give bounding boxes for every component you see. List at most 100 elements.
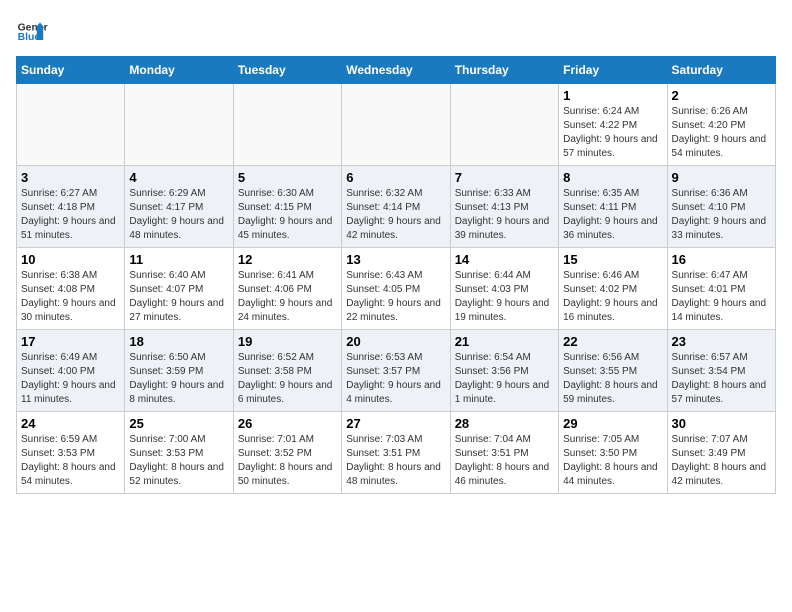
day-number: 6 (346, 170, 445, 185)
day-info: Sunrise: 6:32 AM Sunset: 4:14 PM Dayligh… (346, 187, 445, 243)
calendar-day-cell: 12 Sunrise: 6:41 AM Sunset: 4:06 PM Dayli… (233, 248, 341, 330)
day-number: 22 (563, 334, 662, 349)
calendar-day-cell: 16 Sunrise: 6:47 AM Sunset: 4:01 PM Dayli… (667, 248, 775, 330)
day-of-week-header: Monday (125, 57, 233, 84)
day-info: Sunrise: 6:59 AM Sunset: 3:53 PM Dayligh… (21, 433, 120, 489)
day-number: 15 (563, 252, 662, 267)
day-number: 13 (346, 252, 445, 267)
day-info: Sunrise: 6:41 AM Sunset: 4:06 PM Dayligh… (238, 269, 337, 325)
calendar-day-cell: 9 Sunrise: 6:36 AM Sunset: 4:10 PM Daylig… (667, 166, 775, 248)
day-number: 24 (21, 416, 120, 431)
day-number: 2 (672, 88, 771, 103)
calendar-day-cell: 2Sunrise: 6:26 AM Sunset: 4:20 PM Daylig… (667, 84, 775, 166)
day-info: Sunrise: 6:57 AM Sunset: 3:54 PM Dayligh… (672, 351, 771, 407)
calendar-header: SundayMondayTuesdayWednesdayThursdayFrid… (17, 57, 776, 84)
day-info: Sunrise: 7:01 AM Sunset: 3:52 PM Dayligh… (238, 433, 337, 489)
day-number: 12 (238, 252, 337, 267)
day-number: 11 (129, 252, 228, 267)
day-of-week-header: Friday (559, 57, 667, 84)
day-number: 18 (129, 334, 228, 349)
day-number: 17 (21, 334, 120, 349)
day-number: 10 (21, 252, 120, 267)
day-number: 20 (346, 334, 445, 349)
day-info: Sunrise: 6:49 AM Sunset: 4:00 PM Dayligh… (21, 351, 120, 407)
calendar-day-cell: 15 Sunrise: 6:46 AM Sunset: 4:02 PM Dayli… (559, 248, 667, 330)
logo: General Blue (16, 16, 48, 48)
day-info: Sunrise: 6:35 AM Sunset: 4:11 PM Dayligh… (563, 187, 662, 243)
calendar-day-cell: 13 Sunrise: 6:43 AM Sunset: 4:05 PM Dayli… (342, 248, 450, 330)
day-of-week-header: Sunday (17, 57, 125, 84)
day-info: Sunrise: 6:38 AM Sunset: 4:08 PM Dayligh… (21, 269, 120, 325)
calendar-week-row: 3 Sunrise: 6:27 AM Sunset: 4:18 PM Daylig… (17, 166, 776, 248)
day-number: 7 (455, 170, 554, 185)
calendar-day-cell: 11 Sunrise: 6:40 AM Sunset: 4:07 PM Dayli… (125, 248, 233, 330)
calendar-day-cell: 30 Sunrise: 7:07 AM Sunset: 3:49 PM Dayli… (667, 412, 775, 494)
calendar-week-row: 17 Sunrise: 6:49 AM Sunset: 4:00 PM Dayli… (17, 330, 776, 412)
calendar-day-cell: 26 Sunrise: 7:01 AM Sunset: 3:52 PM Dayli… (233, 412, 341, 494)
day-info: Sunrise: 6:46 AM Sunset: 4:02 PM Dayligh… (563, 269, 662, 325)
day-number: 26 (238, 416, 337, 431)
day-number: 19 (238, 334, 337, 349)
calendar-day-cell (450, 84, 558, 166)
day-number: 21 (455, 334, 554, 349)
calendar-day-cell: 3 Sunrise: 6:27 AM Sunset: 4:18 PM Daylig… (17, 166, 125, 248)
day-number: 23 (672, 334, 771, 349)
calendar-week-row: 1 Sunrise: 6:24 AM Sunset: 4:22 PM Daylig… (17, 84, 776, 166)
day-info: Sunrise: 6:53 AM Sunset: 3:57 PM Dayligh… (346, 351, 445, 407)
day-number: 5 (238, 170, 337, 185)
calendar-day-cell (342, 84, 450, 166)
day-info: Sunrise: 6:40 AM Sunset: 4:07 PM Dayligh… (129, 269, 228, 325)
day-info: Sunrise: 7:05 AM Sunset: 3:50 PM Dayligh… (563, 433, 662, 489)
day-number: 29 (563, 416, 662, 431)
day-info: Sunrise: 6:27 AM Sunset: 4:18 PM Dayligh… (21, 187, 120, 243)
calendar-day-cell: 18 Sunrise: 6:50 AM Sunset: 3:59 PM Dayli… (125, 330, 233, 412)
day-info: Sunrise: 6:24 AM Sunset: 4:22 PM Dayligh… (563, 105, 662, 161)
calendar-day-cell: 21 Sunrise: 6:54 AM Sunset: 3:56 PM Dayli… (450, 330, 558, 412)
day-info: Sunrise: 6:43 AM Sunset: 4:05 PM Dayligh… (346, 269, 445, 325)
day-of-week-header: Thursday (450, 57, 558, 84)
calendar-day-cell: 25 Sunrise: 7:00 AM Sunset: 3:53 PM Dayli… (125, 412, 233, 494)
calendar-week-row: 24 Sunrise: 6:59 AM Sunset: 3:53 PM Dayli… (17, 412, 776, 494)
day-info: Sunrise: 7:03 AM Sunset: 3:51 PM Dayligh… (346, 433, 445, 489)
day-info: Sunrise: 6:54 AM Sunset: 3:56 PM Dayligh… (455, 351, 554, 407)
day-number: 1 (563, 88, 662, 103)
calendar-day-cell: 24 Sunrise: 6:59 AM Sunset: 3:53 PM Dayli… (17, 412, 125, 494)
day-info: Sunrise: 7:07 AM Sunset: 3:49 PM Dayligh… (672, 433, 771, 489)
calendar-day-cell: 14 Sunrise: 6:44 AM Sunset: 4:03 PM Dayli… (450, 248, 558, 330)
calendar-day-cell: 28 Sunrise: 7:04 AM Sunset: 3:51 PM Dayli… (450, 412, 558, 494)
calendar-day-cell (17, 84, 125, 166)
calendar-day-cell: 27 Sunrise: 7:03 AM Sunset: 3:51 PM Dayli… (342, 412, 450, 494)
calendar-day-cell: 29 Sunrise: 7:05 AM Sunset: 3:50 PM Dayli… (559, 412, 667, 494)
day-info: Sunrise: 7:00 AM Sunset: 3:53 PM Dayligh… (129, 433, 228, 489)
day-info: Sunrise: 7:04 AM Sunset: 3:51 PM Dayligh… (455, 433, 554, 489)
calendar-day-cell: 8 Sunrise: 6:35 AM Sunset: 4:11 PM Daylig… (559, 166, 667, 248)
calendar-day-cell: 20 Sunrise: 6:53 AM Sunset: 3:57 PM Dayli… (342, 330, 450, 412)
day-number: 25 (129, 416, 228, 431)
day-info: Sunrise: 6:33 AM Sunset: 4:13 PM Dayligh… (455, 187, 554, 243)
day-info: Sunrise: 6:29 AM Sunset: 4:17 PM Dayligh… (129, 187, 228, 243)
day-number: 3 (21, 170, 120, 185)
day-info: Sunrise: 6:47 AM Sunset: 4:01 PM Dayligh… (672, 269, 771, 325)
day-number: 30 (672, 416, 771, 431)
day-number: 16 (672, 252, 771, 267)
day-info: Sunrise: 6:36 AM Sunset: 4:10 PM Dayligh… (672, 187, 771, 243)
day-number: 9 (672, 170, 771, 185)
day-number: 28 (455, 416, 554, 431)
calendar-day-cell: 10 Sunrise: 6:38 AM Sunset: 4:08 PM Dayli… (17, 248, 125, 330)
calendar-week-row: 10 Sunrise: 6:38 AM Sunset: 4:08 PM Dayli… (17, 248, 776, 330)
day-info: Sunrise: 6:44 AM Sunset: 4:03 PM Dayligh… (455, 269, 554, 325)
day-number: 8 (563, 170, 662, 185)
calendar-day-cell: 5Sunrise: 6:30 AM Sunset: 4:15 PM Daylig… (233, 166, 341, 248)
calendar-day-cell: 17 Sunrise: 6:49 AM Sunset: 4:00 PM Dayli… (17, 330, 125, 412)
calendar-day-cell (125, 84, 233, 166)
calendar-day-cell: 1 Sunrise: 6:24 AM Sunset: 4:22 PM Daylig… (559, 84, 667, 166)
day-info: Sunrise: 6:50 AM Sunset: 3:59 PM Dayligh… (129, 351, 228, 407)
page-header: General Blue (16, 16, 776, 48)
day-number: 14 (455, 252, 554, 267)
calendar-day-cell: 23 Sunrise: 6:57 AM Sunset: 3:54 PM Dayli… (667, 330, 775, 412)
logo-icon: General Blue (16, 16, 48, 48)
day-number: 27 (346, 416, 445, 431)
calendar-day-cell (233, 84, 341, 166)
calendar-day-cell: 19Sunrise: 6:52 AM Sunset: 3:58 PM Dayli… (233, 330, 341, 412)
calendar-table: SundayMondayTuesdayWednesdayThursdayFrid… (16, 56, 776, 494)
